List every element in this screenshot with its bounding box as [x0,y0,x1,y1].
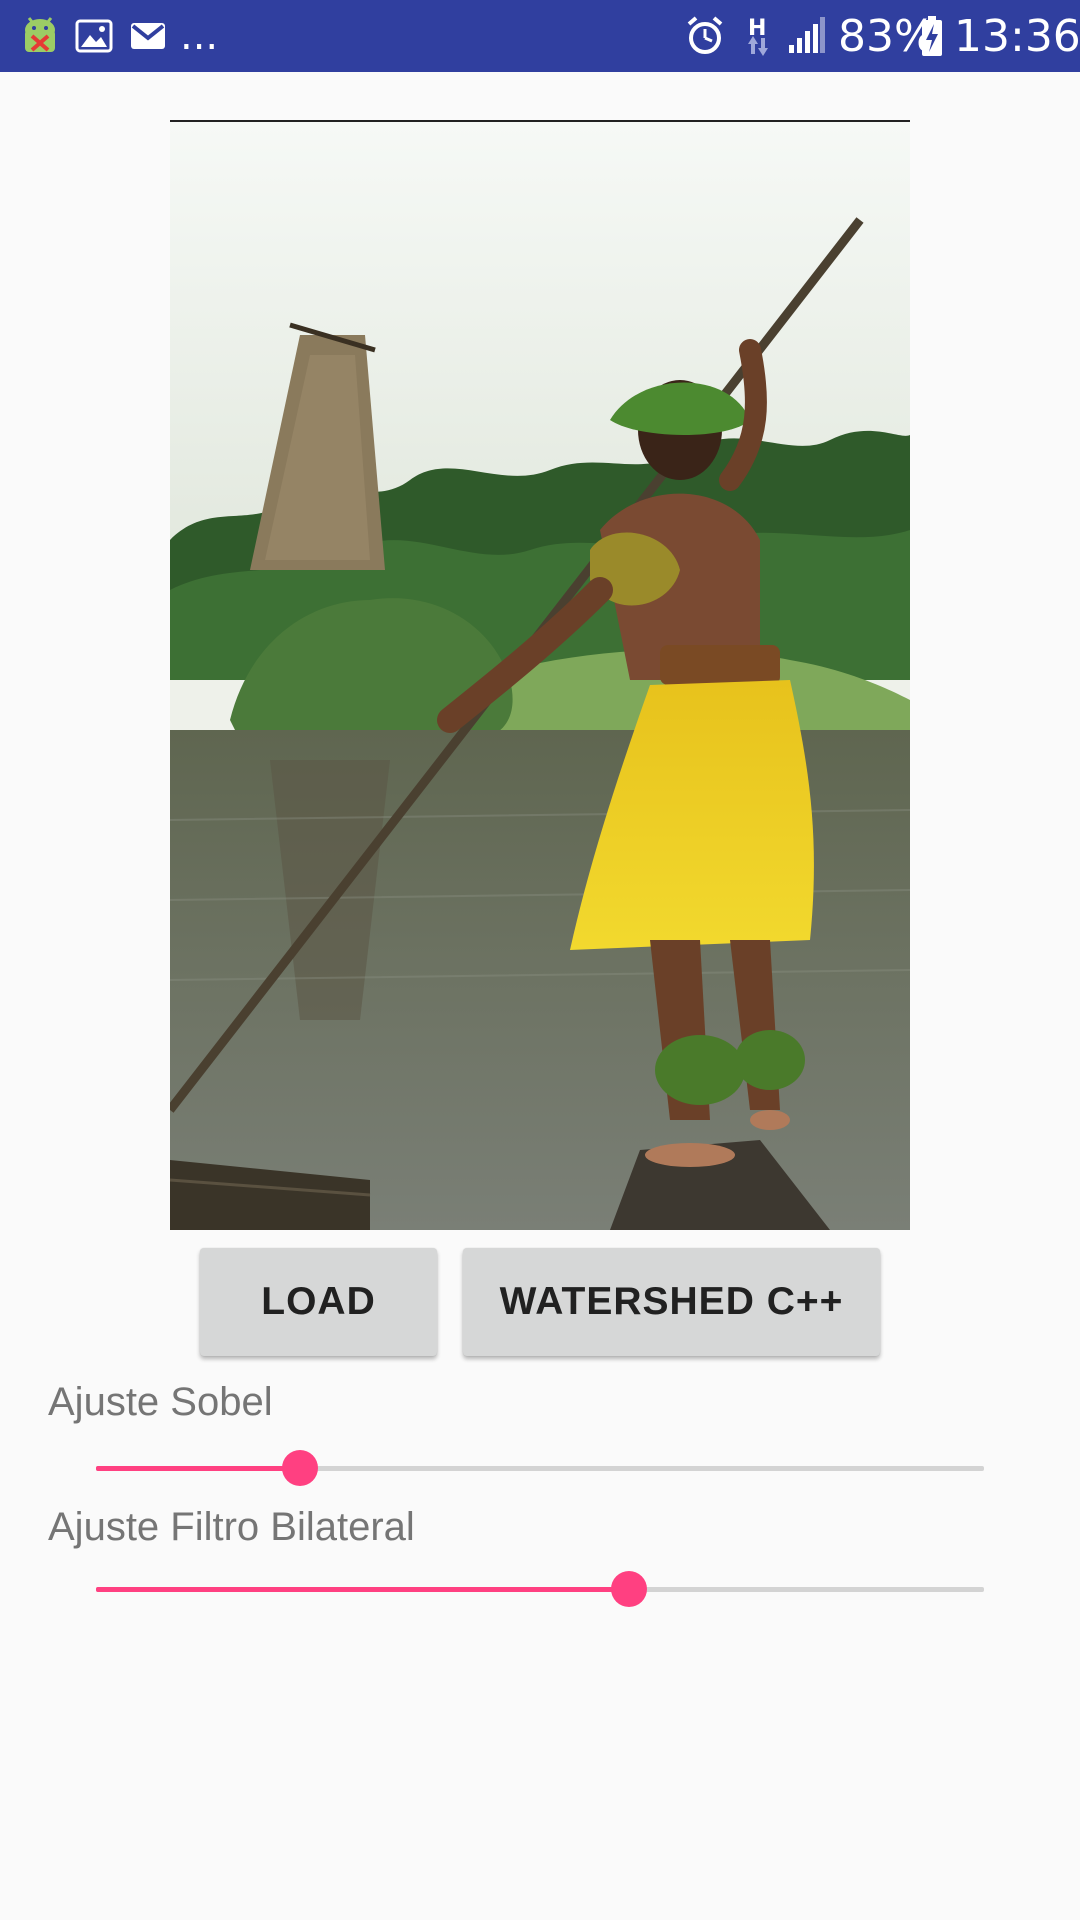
android-debug-icon [18,0,62,72]
alarm-clock-icon [684,0,726,72]
sobel-slider-label: Ajuste Sobel [48,1380,273,1424]
battery-charging-icon [918,0,946,72]
gallery-icon [74,0,114,72]
load-button[interactable]: LOAD [200,1248,437,1356]
slider-fill [96,1466,300,1471]
gmail-icon [128,0,168,72]
bilateral-slider-label: Ajuste Filtro Bilateral [48,1505,415,1549]
slider-thumb[interactable] [282,1450,318,1486]
more-notifications-indicator: ... [180,13,219,59]
cellular-signal-icon [786,0,826,72]
slider-fill [96,1587,629,1592]
sobel-slider[interactable] [96,1444,984,1492]
loaded-photo [170,120,910,1230]
slider-thumb[interactable] [611,1571,647,1607]
status-bar: ... H 83% 13:36 [0,0,1080,72]
watershed-button[interactable]: WATERSHED C++ [463,1248,880,1356]
data-arrows-icon [744,36,772,56]
bilateral-slider[interactable] [96,1565,984,1613]
clock-time: 13:36 [954,10,1080,62]
